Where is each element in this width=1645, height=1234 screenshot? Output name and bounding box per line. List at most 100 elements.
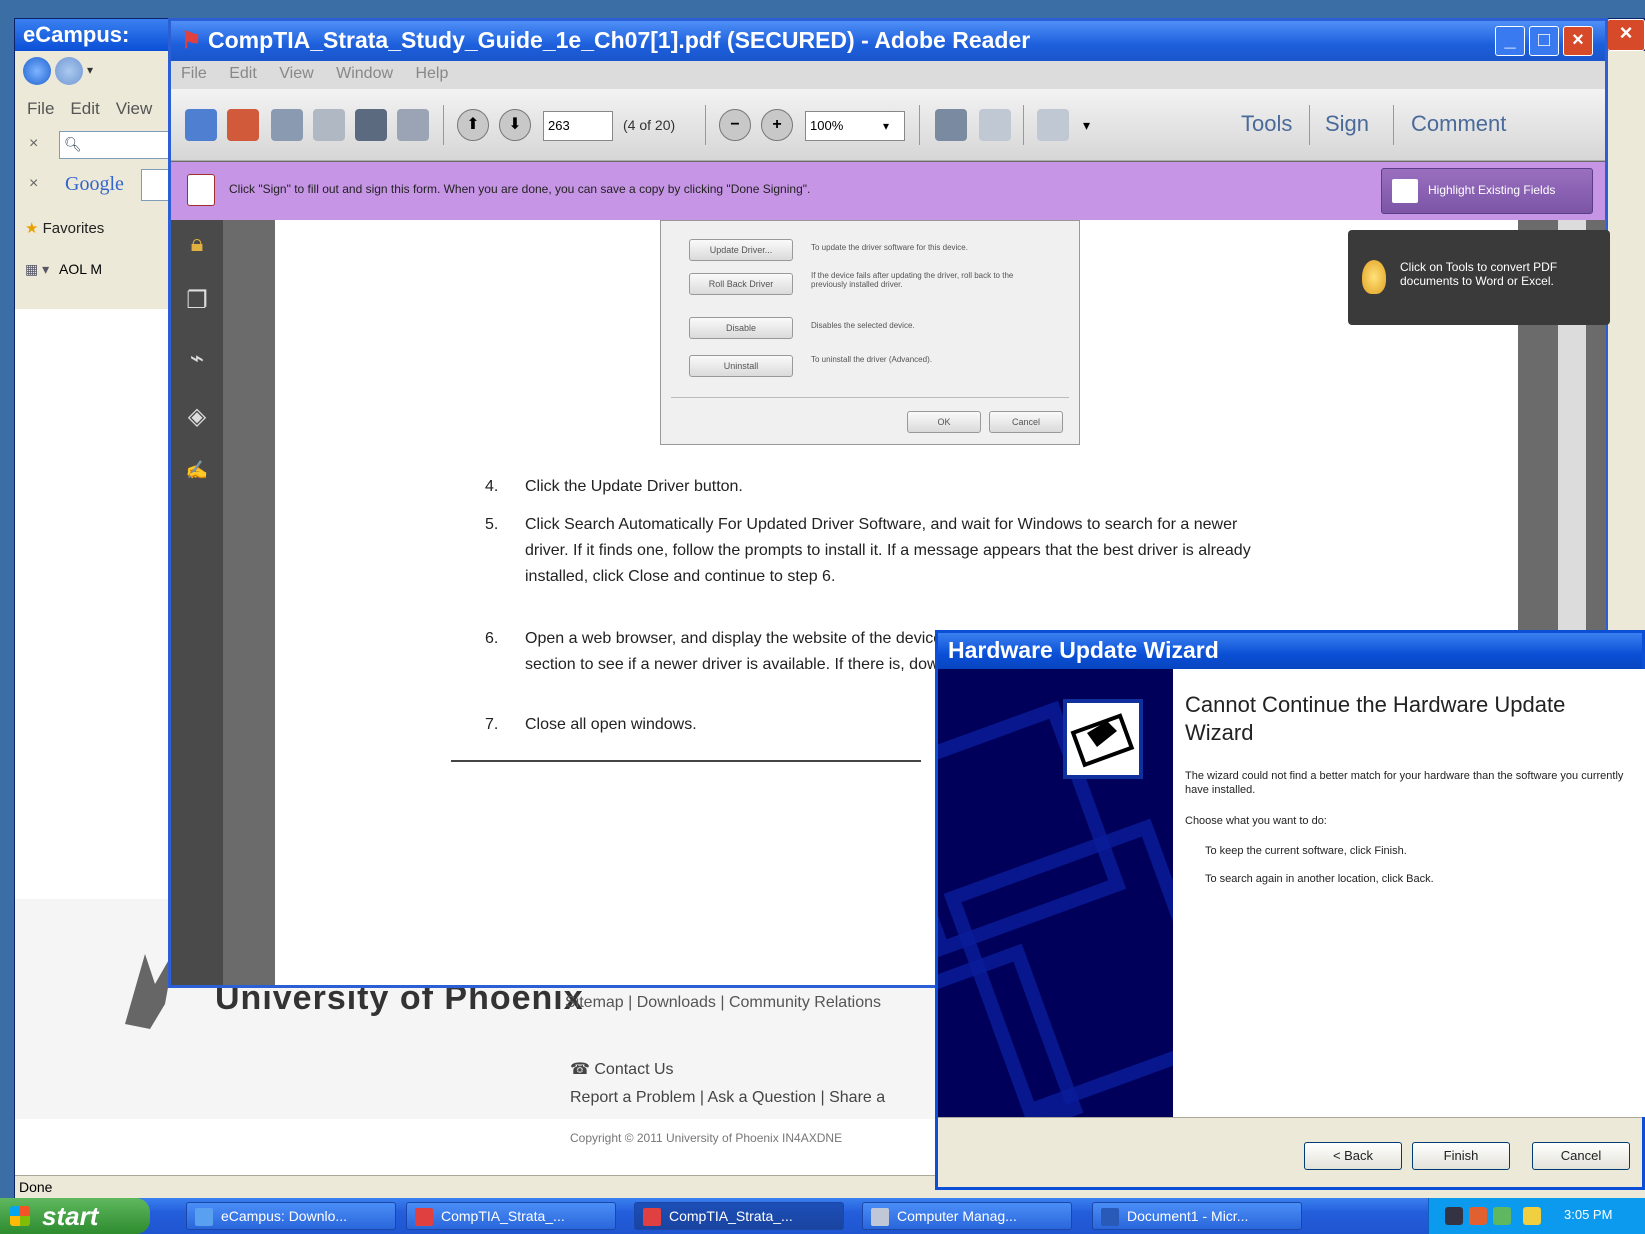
- toolbar-divider: [443, 105, 444, 145]
- word-icon: [1101, 1208, 1119, 1226]
- tools-pane-button[interactable]: Tools: [1241, 111, 1292, 137]
- ie-menu-view[interactable]: View: [116, 99, 153, 118]
- contact-us-link[interactable]: ☎ Contact Us: [570, 1059, 674, 1079]
- full-screen-icon[interactable]: [1037, 109, 1069, 141]
- signature-icon[interactable]: ✍: [183, 460, 211, 488]
- task-label: Document1 - Micr...: [1127, 1208, 1249, 1224]
- favorites-bar: ★ Favorites: [15, 207, 175, 251]
- page-number-input[interactable]: 263: [543, 111, 613, 141]
- cancel-button[interactable]: Cancel: [1532, 1142, 1630, 1170]
- tab-grid-icon[interactable]: ▦ ▾: [25, 261, 49, 277]
- close-icon[interactable]: ×: [29, 175, 38, 193]
- ie-menu-file[interactable]: File: [27, 99, 54, 118]
- close-icon[interactable]: ×: [1563, 26, 1593, 56]
- ie-tab-bar: ▦ ▾ AOL M: [15, 251, 175, 291]
- search-icon: 🔍︎: [64, 136, 82, 152]
- task-computer-management[interactable]: Computer Manag...: [862, 1202, 1072, 1230]
- report-problem-link[interactable]: Report a Problem | Ask a Question | Shar…: [570, 1089, 885, 1107]
- edit-icon[interactable]: [271, 109, 303, 141]
- menu-file[interactable]: File: [181, 65, 207, 82]
- roll-back-desc: If the device fails after updating the d…: [811, 271, 1014, 289]
- toolbar-divider: [1393, 105, 1394, 145]
- layers-icon[interactable]: ◈: [183, 402, 211, 430]
- finish-button[interactable]: Finish: [1412, 1142, 1510, 1170]
- zoom-select[interactable]: 100%: [805, 111, 905, 141]
- attachment-icon[interactable]: ⌁: [183, 344, 211, 372]
- tip-text: Click on Tools to convert PDF documents …: [1400, 260, 1558, 288]
- toolbar-divider: [1023, 105, 1024, 145]
- page-count: (4 of 20): [623, 117, 676, 133]
- email-icon[interactable]: [397, 109, 429, 141]
- task-document1[interactable]: Document1 - Micr...: [1092, 1202, 1302, 1230]
- step-text: Click Search Automatically For Updated D…: [525, 516, 1251, 585]
- menu-edit[interactable]: Edit: [229, 65, 257, 82]
- task-label: CompTIA_Strata_...: [669, 1208, 793, 1224]
- lock-icon[interactable]: 🔒︎: [183, 230, 211, 258]
- pdf-icon: ⚑: [181, 27, 209, 53]
- highlight-fields-button[interactable]: Highlight Existing Fields: [1381, 168, 1593, 214]
- network-icon[interactable]: [1445, 1207, 1463, 1225]
- taskbar: start eCampus: Downlo... CompTIA_Strata_…: [0, 1198, 1645, 1234]
- start-button[interactable]: start: [0, 1198, 150, 1234]
- computer-icon: [871, 1208, 889, 1226]
- ok-button-image: OK: [907, 411, 981, 433]
- sign-pane-button[interactable]: Sign: [1325, 111, 1369, 137]
- step-number: 6.: [485, 630, 499, 647]
- wizard-title-bar[interactable]: Hardware Update Wizard: [938, 633, 1642, 669]
- back-button[interactable]: < Back: [1304, 1142, 1402, 1170]
- menu-window[interactable]: Window: [336, 65, 393, 82]
- favorites-label[interactable]: Favorites: [43, 220, 105, 237]
- previous-page-icon[interactable]: ⬆: [457, 109, 489, 141]
- system-tray: 3:05 PM: [1428, 1198, 1645, 1234]
- ie-close-icon[interactable]: ×: [1607, 19, 1645, 51]
- task-ecampus[interactable]: eCampus: Downlo...: [186, 1202, 396, 1230]
- next-page-icon[interactable]: ⬇: [499, 109, 531, 141]
- task-label: Computer Manag...: [897, 1208, 1017, 1224]
- volume-icon[interactable]: [1493, 1207, 1511, 1225]
- wizard-option-back: To search again in another location, cli…: [1205, 873, 1434, 885]
- favorites-star-icon: ★: [25, 220, 39, 237]
- fit-page-icon[interactable]: [935, 109, 967, 141]
- wizard-title: Hardware Update Wizard: [948, 637, 1219, 663]
- menu-help[interactable]: Help: [415, 65, 448, 82]
- chevron-down-icon[interactable]: ▾: [883, 119, 889, 133]
- maximize-icon[interactable]: □: [1529, 26, 1559, 56]
- print-icon[interactable]: [355, 109, 387, 141]
- ie-icon: [195, 1208, 213, 1226]
- task-comptia-2[interactable]: CompTIA_Strata_...: [634, 1202, 844, 1230]
- ie-menu-edit[interactable]: Edit: [70, 99, 99, 118]
- reader-title-bar[interactable]: ⚑ CompTIA_Strata_Study_Guide_1e_Ch07[1].…: [171, 21, 1605, 61]
- save-icon[interactable]: [313, 109, 345, 141]
- wizard-content: Cannot Continue the Hardware Update Wiza…: [1173, 669, 1645, 1117]
- step-number: 7.: [485, 716, 499, 733]
- more-tools-icon[interactable]: ▾: [1083, 117, 1090, 134]
- update-icon[interactable]: [1523, 1207, 1541, 1225]
- zoom-out-icon[interactable]: −: [719, 109, 751, 141]
- forward-icon[interactable]: [55, 57, 83, 85]
- uninstall-button-image: Uninstall: [689, 355, 793, 377]
- minimize-icon[interactable]: _: [1495, 26, 1525, 56]
- update-driver-desc: To update the driver software for this d…: [811, 243, 968, 252]
- security-icon[interactable]: [1469, 1207, 1487, 1225]
- pages-icon[interactable]: ❐: [183, 286, 211, 314]
- fit-width-icon[interactable]: [979, 109, 1011, 141]
- navigation-pane: 🔒︎ ❐ ⌁ ◈ ✍: [171, 220, 223, 985]
- dropdown-icon[interactable]: ▾: [87, 63, 93, 77]
- close-icon[interactable]: ×: [29, 135, 38, 153]
- menu-view[interactable]: View: [279, 65, 313, 82]
- comment-pane-button[interactable]: Comment: [1411, 111, 1506, 137]
- hardware-update-wizard: Hardware Update Wizard Cannot Continue t…: [935, 630, 1645, 1190]
- ie-title-text: eCampus:: [23, 22, 130, 47]
- toolbar-divider: [919, 105, 920, 145]
- tab-aol[interactable]: AOL M: [59, 261, 102, 277]
- footer-links[interactable]: Sitemap | Downloads | Community Relation…: [565, 994, 881, 1012]
- back-icon[interactable]: [23, 57, 51, 85]
- combine-files-icon[interactable]: [227, 109, 259, 141]
- wizard-option-finish: To keep the current software, click Fini…: [1205, 845, 1407, 857]
- lightbulb-icon: [1362, 260, 1386, 294]
- zoom-in-icon[interactable]: +: [761, 109, 793, 141]
- create-pdf-icon[interactable]: [185, 109, 217, 141]
- task-label: CompTIA_Strata_...: [441, 1208, 565, 1224]
- search-input[interactable]: 🔍︎: [59, 131, 175, 159]
- task-comptia-1[interactable]: CompTIA_Strata_...: [406, 1202, 616, 1230]
